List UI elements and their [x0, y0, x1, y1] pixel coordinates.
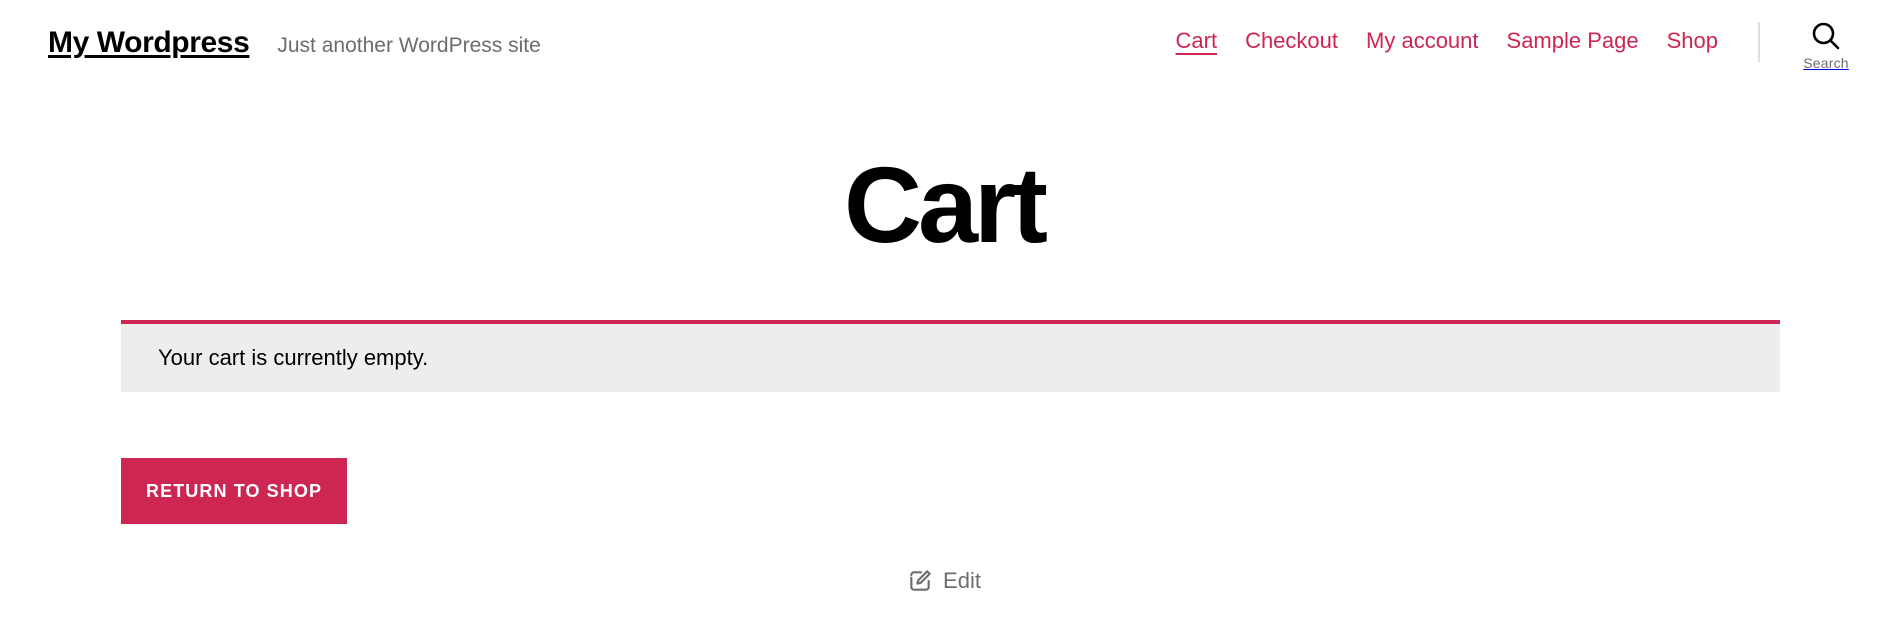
- post-edit-wrapper: Edit: [0, 568, 1888, 594]
- site-tagline: Just another WordPress site: [277, 34, 541, 57]
- search-toggle-label: Search: [1803, 55, 1849, 71]
- site-header: My Wordpress Just another WordPress site…: [0, 0, 1888, 105]
- page-title: Cart: [843, 144, 1048, 265]
- search-toggle-button[interactable]: Search: [1782, 20, 1870, 71]
- edit-page-link[interactable]: Edit: [907, 568, 981, 594]
- header-divider: [1758, 22, 1760, 62]
- edit-page-label: Edit: [943, 568, 981, 593]
- site-title-link[interactable]: My Wordpress: [48, 26, 250, 60]
- nav-item-checkout[interactable]: Checkout: [1231, 24, 1352, 58]
- nav-item-shop[interactable]: Shop: [1653, 24, 1732, 58]
- cart-empty-notice-text: Your cart is currently empty.: [158, 345, 429, 370]
- header-right-group: Cart Checkout My account Sample Page Sho…: [1162, 20, 1888, 71]
- edit-pencil-square-icon: [907, 568, 933, 594]
- page-root: My Wordpress Just another WordPress site…: [0, 0, 1888, 638]
- site-branding: My Wordpress Just another WordPress site: [48, 26, 541, 60]
- nav-item-my-account[interactable]: My account: [1352, 24, 1493, 58]
- nav-item-sample-page[interactable]: Sample Page: [1493, 24, 1653, 58]
- cart-empty-notice: Your cart is currently empty.: [121, 320, 1780, 392]
- entry-header: Cart: [0, 144, 1888, 265]
- primary-navigation: Cart Checkout My account Sample Page Sho…: [1162, 20, 1733, 58]
- search-icon: [1809, 20, 1843, 54]
- main-content: Your cart is currently empty. Return to …: [121, 320, 1780, 524]
- return-to-shop-button[interactable]: Return to shop: [121, 458, 348, 524]
- nav-item-cart[interactable]: Cart: [1162, 24, 1232, 58]
